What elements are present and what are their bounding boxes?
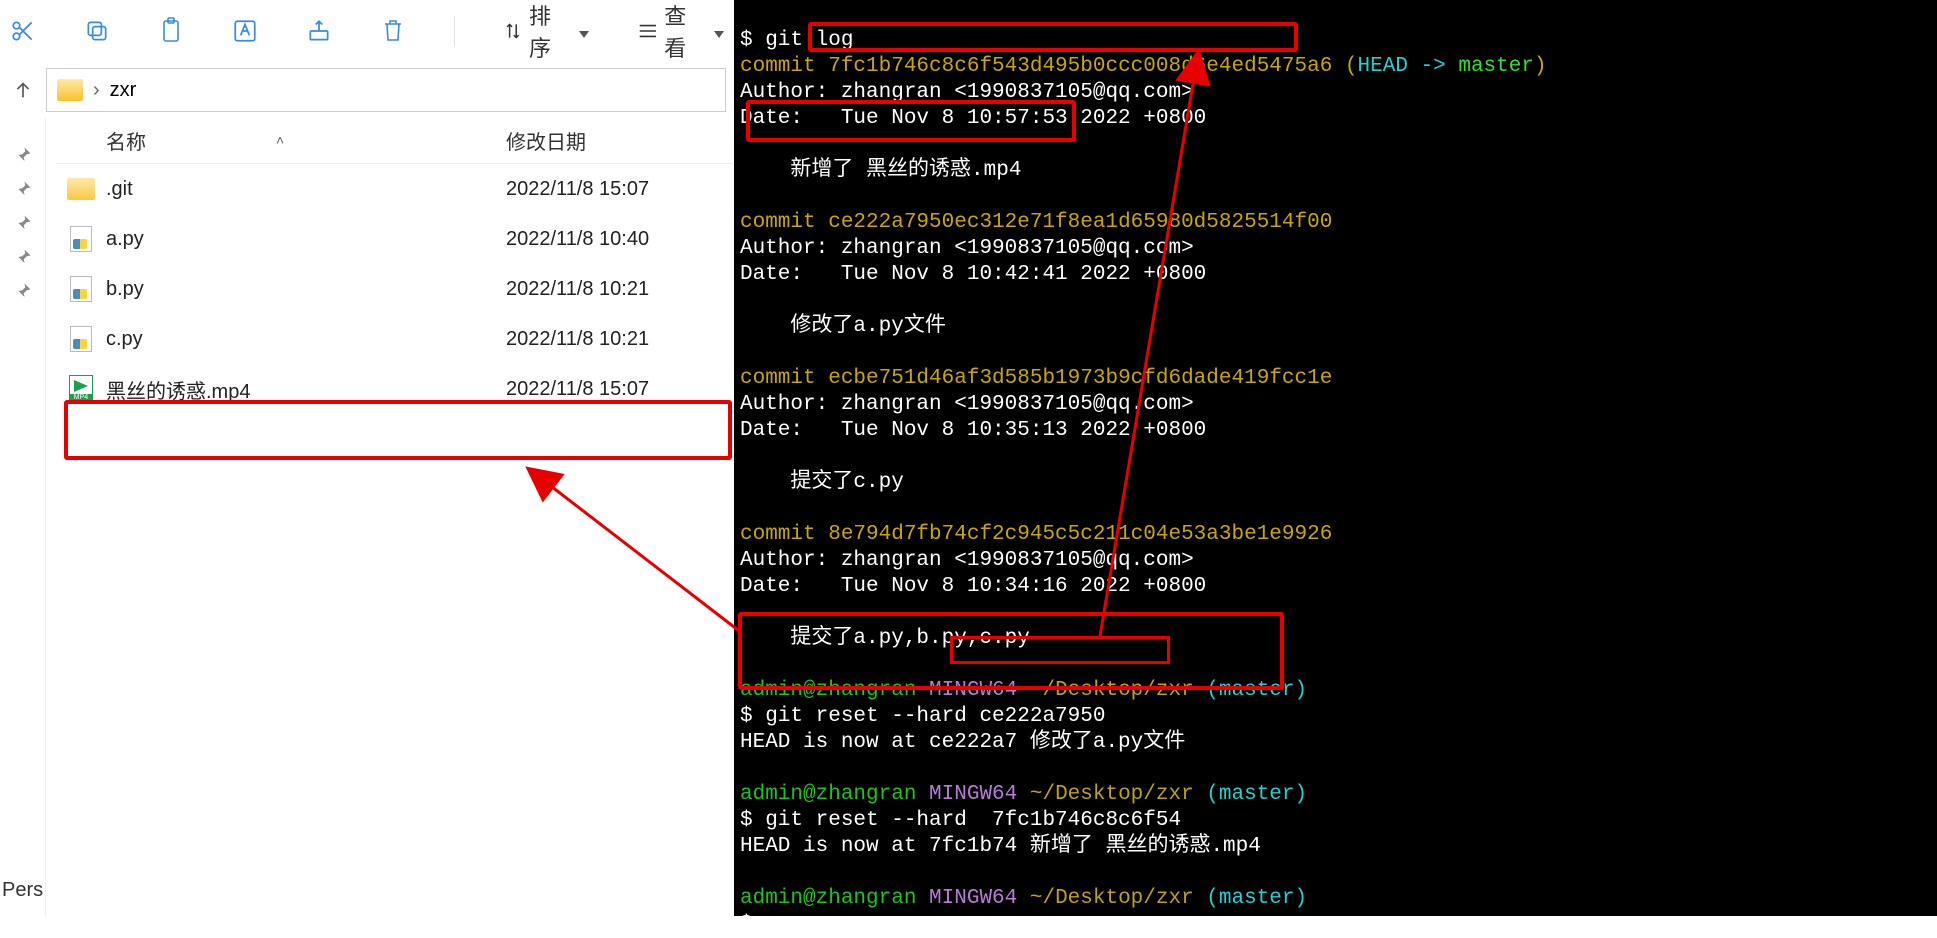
- term-line: $ git reset --hard 7fc1b746c8c6f54: [740, 809, 1181, 832]
- term-host: MINGW64: [929, 887, 1030, 910]
- file-name: .git: [106, 178, 506, 201]
- python-file-icon: [70, 226, 92, 252]
- term-line: 新增了 黑丝的诱惑.mp4: [740, 159, 1021, 182]
- breadcrumb-folder: zxr: [110, 79, 137, 102]
- left-rail: [0, 118, 46, 916]
- left-bottom-label: Pers: [2, 879, 43, 902]
- term-line: Date: Tue Nov 8 10:42:41 2022 +0800: [740, 263, 1206, 286]
- delete-icon[interactable]: [380, 17, 406, 45]
- term-path: ~/Desktop/zxr: [1030, 887, 1206, 910]
- folder-icon: [67, 178, 95, 200]
- view-button[interactable]: 查看: [637, 0, 724, 63]
- column-date[interactable]: 修改日期: [506, 126, 734, 155]
- file-date: 2022/11/8 15:07: [506, 378, 734, 401]
- term-line: Author: zhangran <1990837105@qq.com>: [740, 549, 1194, 572]
- term-branch: master: [1458, 55, 1534, 78]
- term-line: 提交了a.py,b.py,c.py: [740, 627, 1030, 650]
- term-line: $: [740, 913, 765, 936]
- pin-icon: [14, 282, 32, 300]
- file-date: 2022/11/8 10:21: [506, 328, 734, 351]
- mp4-file-icon: [69, 375, 93, 403]
- term-line: Date: Tue Nov 8 10:35:13 2022 +0800: [740, 419, 1206, 442]
- pin-icon: [14, 146, 32, 164]
- file-name: 黑丝的诱惑.mp4: [106, 375, 506, 404]
- python-file-icon: [70, 326, 92, 352]
- terminal[interactable]: $ git log commit 7fc1b746c8c6f543d495b0c…: [734, 0, 1937, 916]
- term-prompt: admin@zhangran: [740, 783, 929, 806]
- nav-row: › zxr: [0, 62, 734, 118]
- term-path: ~/Desktop/zxr: [1030, 783, 1206, 806]
- term-prompt: admin@zhangran: [740, 679, 929, 702]
- term-line: commit 7fc1b746c8c6f543d495b0ccc008d6e4e…: [740, 55, 1358, 78]
- view-label: 查看: [664, 0, 704, 63]
- term-line: 提交了c.py: [740, 471, 904, 494]
- term-host: MINGW64: [929, 679, 1030, 702]
- file-explorer: 排序 查看 › zxr 名称: [0, 0, 734, 916]
- breadcrumb-separator: ›: [93, 79, 100, 102]
- file-name: a.py: [106, 228, 506, 251]
- term-line: commit ce222a7950ec312e71f8ea1d65980d582…: [740, 211, 1332, 234]
- file-name: b.py: [106, 278, 506, 301]
- term-branch: (master): [1206, 679, 1307, 702]
- term-line: Date: Tue Nov 8 10:34:16 2022 +0800: [740, 575, 1206, 598]
- list-item[interactable]: a.py 2022/11/8 10:40: [56, 214, 734, 264]
- term-line: $ git log: [740, 29, 853, 52]
- chevron-down-icon: [710, 18, 724, 44]
- term-line: 修改了a.py文件: [740, 315, 946, 338]
- python-file-icon: [70, 276, 92, 302]
- list-item[interactable]: b.py 2022/11/8 10:21: [56, 264, 734, 314]
- file-name: c.py: [106, 328, 506, 351]
- term-prompt: admin@zhangran: [740, 887, 929, 910]
- cut-icon[interactable]: [10, 17, 36, 45]
- paste-icon[interactable]: [158, 17, 184, 45]
- copy-icon[interactable]: [84, 17, 110, 45]
- term-path: ~/Desktop/zxr: [1030, 679, 1206, 702]
- chevron-down-icon: [575, 18, 589, 44]
- term-line: Author: zhangran <1990837105@qq.com>: [740, 81, 1194, 104]
- term-host: MINGW64: [929, 783, 1030, 806]
- folder-icon: [57, 79, 83, 101]
- column-name-label: 名称: [106, 132, 146, 154]
- share-icon[interactable]: [306, 17, 332, 45]
- sort-caret-icon: ˄: [276, 132, 284, 148]
- term-branch: (master): [1206, 887, 1307, 910]
- term-line: Author: zhangran <1990837105@qq.com>: [740, 393, 1194, 416]
- list-item[interactable]: 黑丝的诱惑.mp4 2022/11/8 15:07: [56, 364, 734, 414]
- term-line: commit ecbe751d46af3d585b1973b9cfd6dade4…: [740, 367, 1332, 390]
- up-arrow-icon[interactable]: [8, 75, 38, 105]
- term-paren: ): [1534, 55, 1547, 78]
- term-line: Author: zhangran <1990837105@qq.com>: [740, 237, 1194, 260]
- column-name[interactable]: 名称 ˄: [56, 126, 506, 155]
- column-date-label: 修改日期: [506, 132, 586, 154]
- list-item[interactable]: c.py 2022/11/8 10:21: [56, 314, 734, 364]
- file-list-area: 名称 ˄ 修改日期 .git 2022/11/8 15:07 a.py 2022…: [46, 118, 734, 916]
- term-line: $ git reset --hard ce222a7950: [740, 705, 1105, 728]
- pin-icon: [14, 248, 32, 266]
- toolbar-separator: [454, 16, 455, 46]
- file-date: 2022/11/8 10:21: [506, 278, 734, 301]
- term-line: HEAD is now at ce222a7 修改了a.py文件: [740, 731, 1185, 754]
- explorer-toolbar: 排序 查看: [0, 0, 734, 62]
- term-line: commit 8e794d7fb74cf2c945c5c211c04e53a3b…: [740, 523, 1332, 546]
- term-branch: (master): [1206, 783, 1307, 806]
- pin-icon: [14, 214, 32, 232]
- file-date: 2022/11/8 15:07: [506, 178, 734, 201]
- sort-label: 排序: [529, 0, 569, 63]
- sort-button[interactable]: 排序: [503, 0, 589, 63]
- pin-icon: [14, 180, 32, 198]
- file-list-header: 名称 ˄ 修改日期: [56, 118, 734, 164]
- term-head: HEAD ->: [1358, 55, 1459, 78]
- breadcrumb[interactable]: › zxr: [46, 68, 726, 112]
- file-date: 2022/11/8 10:40: [506, 228, 734, 251]
- rename-icon[interactable]: [232, 17, 258, 45]
- term-line: HEAD is now at 7fc1b74 新增了 黑丝的诱惑.mp4: [740, 835, 1261, 858]
- list-item[interactable]: .git 2022/11/8 15:07: [56, 164, 734, 214]
- term-line: Date: Tue Nov 8 10:57:53 2022 +0800: [740, 107, 1206, 130]
